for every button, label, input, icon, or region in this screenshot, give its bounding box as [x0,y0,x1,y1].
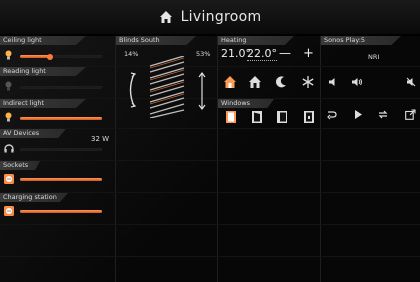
sonos-tile: Sonos Play:5 NRI [321,36,420,128]
slider-knob[interactable] [47,53,53,60]
night-icon[interactable] [275,76,287,88]
reading-light-slider[interactable] [20,86,102,89]
tile-label: Sockets [0,161,40,170]
av-devices-slider[interactable] [20,148,102,151]
sockets-slider[interactable] [20,178,102,181]
tile-label: Sonos Play:5 [321,36,401,45]
shuffle-icon[interactable] [327,109,339,120]
window-locked-icon[interactable] [304,111,314,123]
home-icon [159,11,172,23]
page-title: Livingroom [180,9,262,25]
rotate-slats-icon[interactable] [126,72,136,108]
tile-label: Charging station [0,193,68,202]
blinds-slats-icon[interactable] [148,56,186,118]
tile-label: Indirect light [0,99,86,108]
ceiling-light-slider[interactable] [20,53,102,60]
tile-label: Windows [218,99,274,108]
heating-target-temp[interactable]: 22.0° [247,47,277,61]
frost-icon[interactable] [302,76,314,88]
tile-label: AV Devices [0,129,66,138]
headphones-icon[interactable] [4,144,14,153]
mute-icon[interactable] [406,77,416,87]
heating-decrease-button[interactable]: — [279,46,291,60]
charging-station-tile: Charging station [0,193,115,224]
heating-tile: Heating 21.0° 22.0° — + [218,36,320,98]
socket-icon[interactable] [4,174,14,184]
charging-station-slider[interactable] [20,210,102,213]
sonos-station: NRI [368,53,380,61]
windows-tile: Windows [218,99,320,128]
play-icon[interactable] [354,109,363,120]
sockets-tile: Sockets [0,161,115,192]
bulb-on-icon[interactable] [5,112,12,122]
blinds-right-percent: 53% [196,50,211,58]
bulb-off-icon[interactable] [5,81,12,91]
repeat-icon[interactable] [377,109,389,120]
volume-down-icon[interactable] [328,77,338,87]
header-bar: Livingroom [0,0,420,34]
indirect-light-slider[interactable] [20,117,102,120]
window-open-icon[interactable] [226,111,236,123]
open-icon[interactable] [405,109,416,120]
heating-increase-button[interactable]: + [303,46,314,61]
comfort-home-icon[interactable] [224,76,236,88]
socket-icon[interactable] [4,206,14,216]
av-devices-tile: AV Devices 32 W [0,129,115,160]
volume-up-icon[interactable] [351,77,363,87]
window-closed-icon[interactable] [277,111,287,123]
ceiling-light-tile: Ceiling light [0,36,115,66]
blinds-height-icon[interactable] [198,72,206,110]
tile-label: Reading light [0,67,86,76]
bulb-on-icon[interactable] [5,50,12,60]
tile-label: Blinds South [116,36,196,45]
blinds-left-percent: 14% [124,50,139,58]
tile-label: Ceiling light [0,36,86,45]
standby-home-icon[interactable] [249,76,261,88]
av-power-readout: 32 W [91,135,110,143]
indirect-light-tile: Indirect light [0,99,115,128]
blinds-tile: Blinds South 14% 53% [116,36,217,128]
window-tilted-icon[interactable] [252,111,262,123]
reading-light-tile: Reading light [0,67,115,98]
tile-label: Heating [218,36,294,45]
